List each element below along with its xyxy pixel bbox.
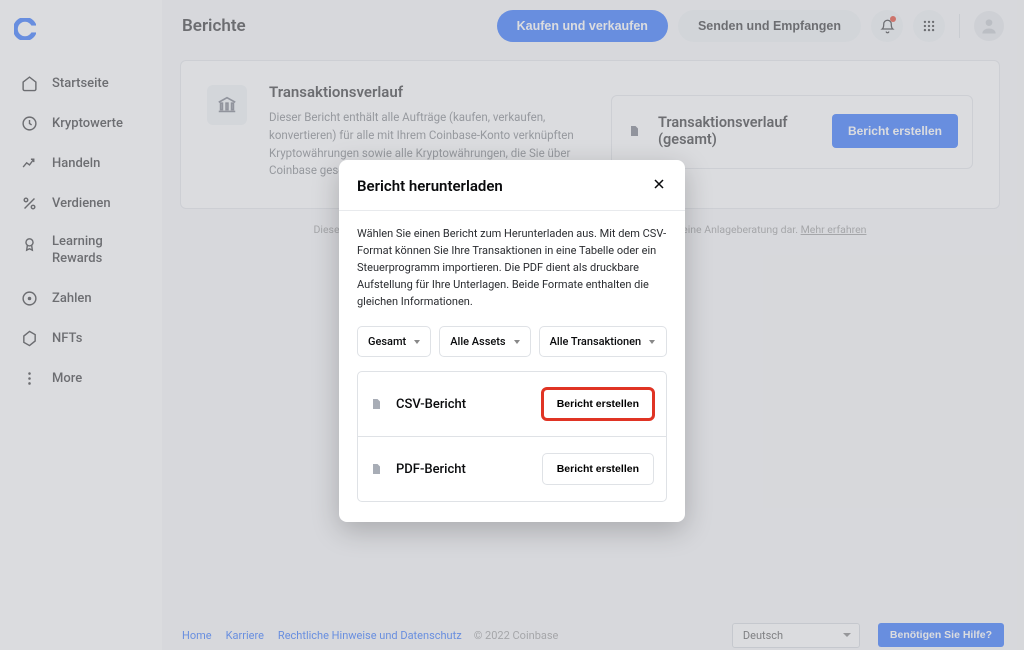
report-label: CSV-Bericht [396, 397, 466, 412]
generate-csv-button[interactable]: Bericht erstellen [542, 388, 654, 420]
modal-title: Bericht herunterladen [357, 177, 503, 195]
report-row-pdf: PDF-Bericht Bericht erstellen [358, 436, 666, 501]
file-icon [370, 461, 382, 477]
modal-desc: Wählen Sie einen Bericht zum Herunterlad… [357, 225, 667, 310]
chevron-down-icon [514, 340, 520, 344]
filter-assets[interactable]: Alle Assets [439, 326, 530, 357]
generate-pdf-button[interactable]: Bericht erstellen [542, 453, 654, 485]
filter-range[interactable]: Gesamt [357, 326, 431, 357]
close-icon[interactable] [651, 176, 667, 196]
file-icon [370, 396, 382, 412]
chevron-down-icon [649, 340, 655, 344]
chevron-down-icon [414, 340, 420, 344]
download-report-modal: Bericht herunterladen Wählen Sie einen B… [339, 160, 685, 522]
report-label: PDF-Bericht [396, 462, 466, 477]
filter-transactions[interactable]: Alle Transaktionen [539, 326, 667, 357]
modal-overlay: Bericht herunterladen Wählen Sie einen B… [0, 0, 1024, 650]
report-row-csv: CSV-Bericht Bericht erstellen [358, 372, 666, 436]
